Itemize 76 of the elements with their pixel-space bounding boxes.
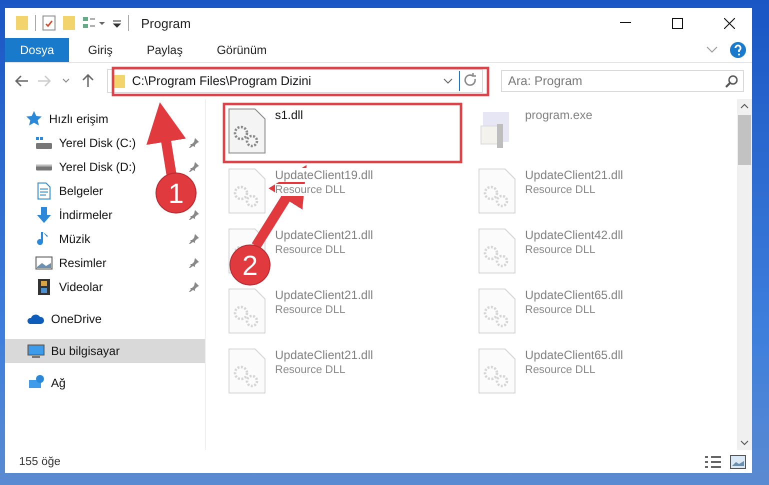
help-icon[interactable] — [730, 42, 746, 58]
scroll-thumb[interactable] — [738, 115, 751, 165]
settings-file-icon — [227, 168, 267, 214]
sidebar-item[interactable]: Yerel Disk (D:) — [59, 160, 136, 174]
film-icon — [35, 278, 53, 296]
search-field[interactable]: Ara: Program — [501, 70, 744, 92]
file-type: Resource DLL — [525, 184, 596, 196]
file-name[interactable]: UpdateClient21.dll — [525, 168, 624, 182]
settings-file-icon — [477, 168, 517, 214]
file-name[interactable]: UpdateClient21.dll — [275, 288, 374, 302]
search-icon — [725, 75, 738, 88]
window-title: Program — [141, 16, 192, 30]
ribbon-tab[interactable]: Giriş — [73, 38, 128, 62]
large-icons-view-icon[interactable] — [730, 454, 746, 468]
ribbon-tab[interactable]: Görünüm — [202, 38, 282, 62]
file-type: Resource DLL — [525, 364, 596, 376]
ribbon-tab[interactable]: Paylaş — [132, 38, 198, 62]
maximize-icon — [672, 18, 682, 28]
pin-icon[interactable] — [189, 162, 199, 172]
sidebar-item[interactable]: Müzik — [59, 232, 90, 246]
file-type: Resource DLL — [275, 244, 346, 256]
pin-icon[interactable] — [189, 282, 199, 292]
image-icon — [35, 254, 53, 272]
scrollbar[interactable] — [737, 99, 752, 450]
pin-icon[interactable] — [189, 138, 199, 148]
step-one-callout: 1 — [146, 102, 196, 214]
sidebar-item[interactable]: Yerel Disk (C:) — [59, 136, 136, 150]
item-count: 155 öğe — [19, 456, 62, 468]
download-icon — [35, 206, 53, 224]
file-type: Resource DLL — [275, 364, 346, 376]
sidebar-item[interactable]: OneDrive — [51, 312, 102, 326]
chevron-down-icon — [62, 78, 70, 84]
chevron-down-icon[interactable] — [443, 78, 453, 84]
sidebar-item[interactable]: İndirmeler — [59, 208, 112, 222]
computer-icon — [27, 342, 45, 360]
minimize-icon — [620, 22, 630, 24]
sidebar-item[interactable]: Ağ — [51, 376, 66, 390]
settings-file-icon — [227, 348, 267, 394]
sidebar-item[interactable]: Hızlı erişim — [49, 112, 108, 126]
file-name[interactable]: UpdateClient19.dll — [275, 168, 374, 182]
file-name[interactable]: s1.dll — [275, 108, 304, 122]
file-name[interactable]: UpdateClient21.dll — [275, 348, 374, 362]
file-name[interactable]: UpdateClient65.dll — [525, 288, 624, 302]
pin-icon[interactable] — [189, 258, 199, 268]
settings-file-icon — [477, 228, 517, 274]
back-arrow-icon — [15, 75, 29, 87]
details-view-icon[interactable] — [704, 454, 722, 468]
settings-file-icon — [477, 348, 517, 394]
file-type: Resource DLL — [275, 184, 346, 196]
pin-icon[interactable] — [189, 234, 199, 244]
ribbon-tab[interactable]: Dosya — [5, 38, 70, 62]
close-icon — [724, 18, 734, 28]
drive-icon — [35, 164, 53, 170]
file-type: Resource DLL — [525, 304, 596, 316]
document-icon — [35, 182, 53, 200]
pin-icon[interactable] — [189, 210, 199, 220]
properties-icon[interactable] — [42, 15, 56, 31]
sidebar-item[interactable]: Bu bilgisayar — [51, 344, 120, 358]
settings-file-icon — [227, 108, 267, 154]
up-arrow-icon — [82, 74, 94, 88]
settings-file-icon — [227, 288, 267, 334]
settings-file-icon — [477, 288, 517, 334]
file-type: Resource DLL — [525, 244, 596, 256]
address-bar[interactable]: C:\Program Files\Program Dizini — [107, 69, 483, 93]
sidebar-item[interactable]: Belgeler — [59, 184, 104, 198]
file-name[interactable]: UpdateClient65.dll — [525, 348, 624, 362]
star-icon — [25, 110, 43, 128]
forward-arrow-icon — [37, 75, 51, 87]
file-name[interactable]: UpdateClient42.dll — [525, 228, 624, 242]
sidebar-item[interactable]: Resimler — [59, 256, 106, 270]
drive-icon — [35, 137, 53, 149]
file-type: Resource DLL — [275, 304, 346, 316]
file-name[interactable]: UpdateClient21.dll — [275, 228, 374, 242]
sidebar-item[interactable]: Videolar — [59, 280, 103, 294]
view-dropdown-icon[interactable] — [82, 15, 106, 31]
chevron-down-icon[interactable] — [706, 46, 718, 54]
